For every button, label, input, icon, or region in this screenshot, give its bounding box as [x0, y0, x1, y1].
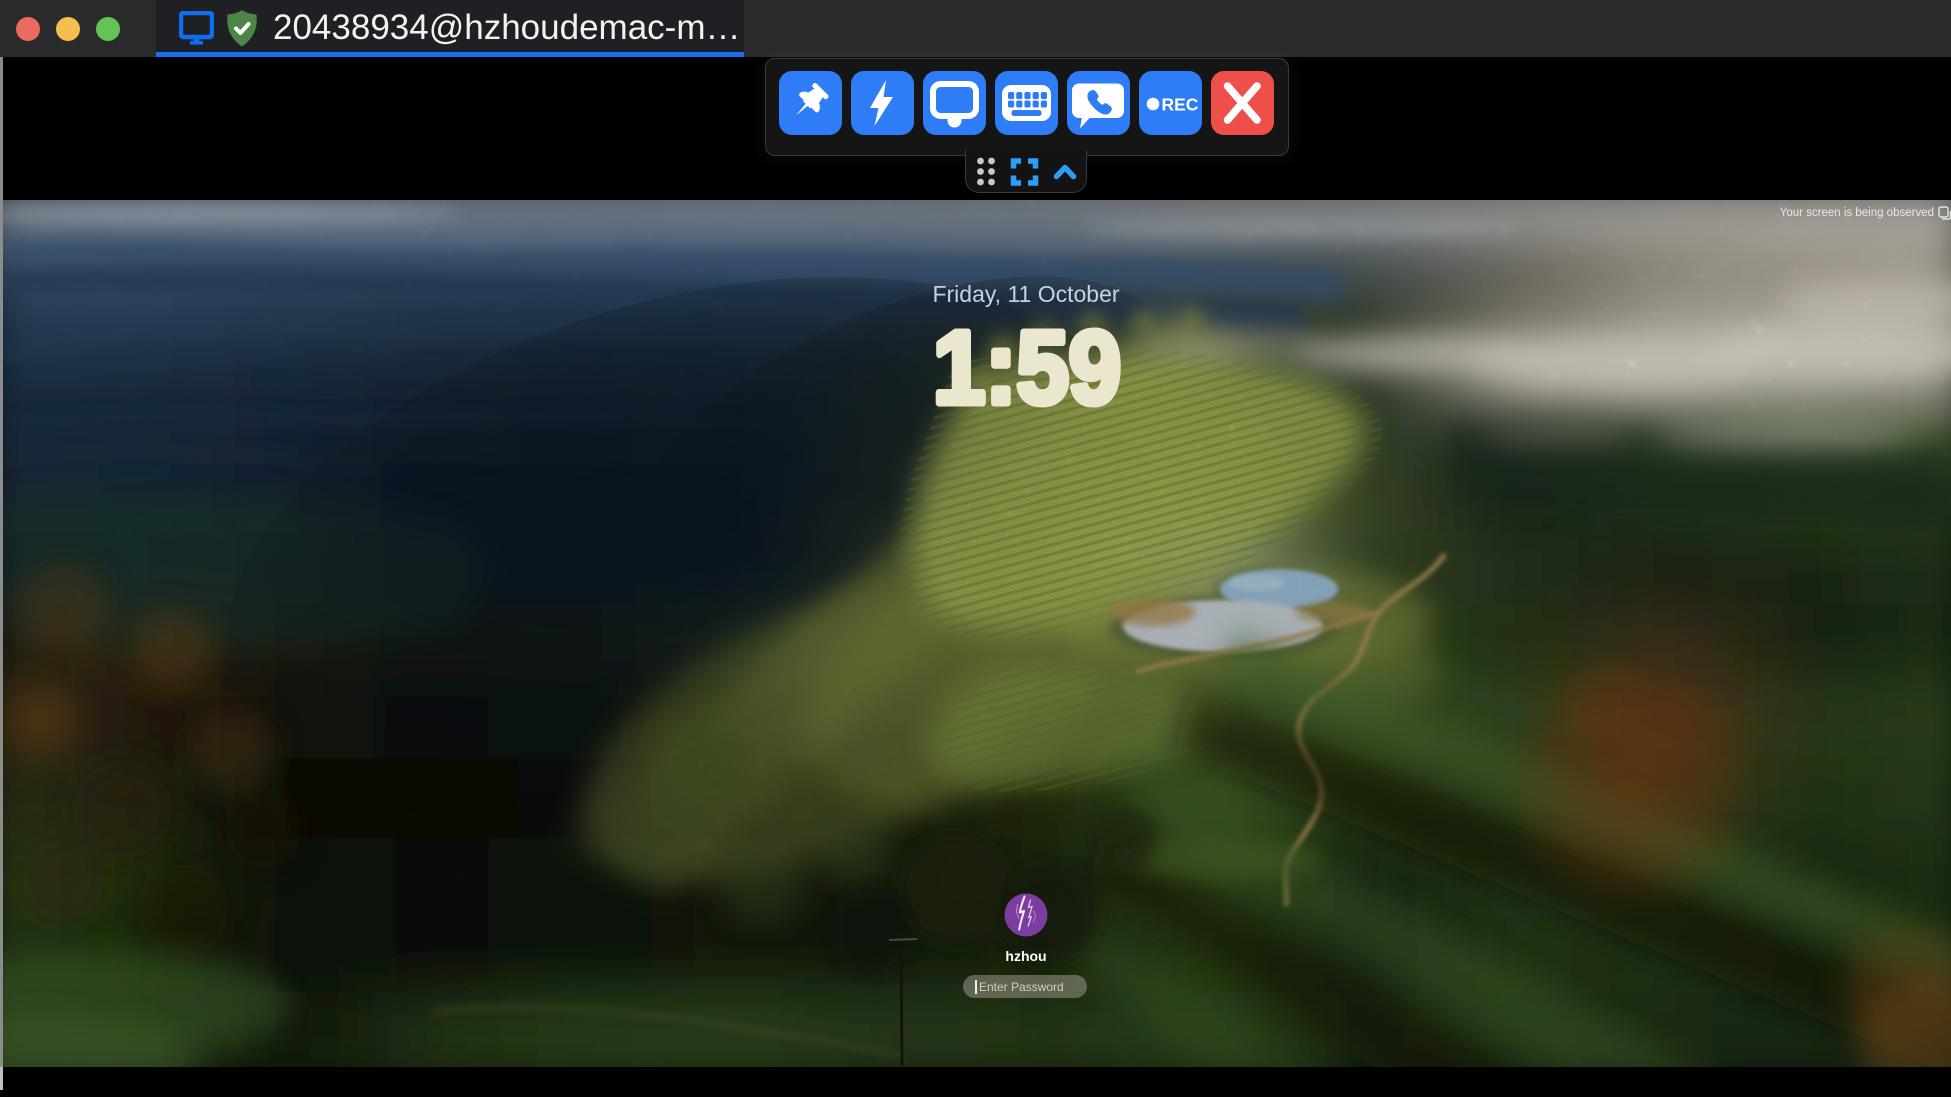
svg-text:REC: REC [1162, 95, 1199, 115]
svg-text:1:59: 1:59 [933, 310, 1121, 424]
